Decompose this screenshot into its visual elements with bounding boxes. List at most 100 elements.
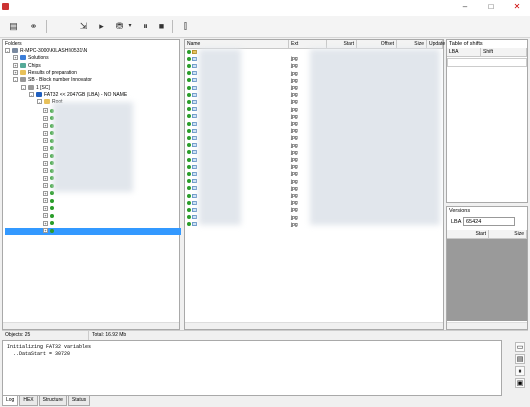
versions-col-start[interactable]: Start	[447, 230, 489, 239]
col-size[interactable]: Size	[397, 40, 427, 49]
shifts-col-shift[interactable]: Shift	[481, 48, 527, 57]
expand-icon[interactable]: +	[13, 55, 18, 61]
tab-log[interactable]: Log	[2, 396, 19, 406]
expand-icon[interactable]: +	[43, 168, 48, 174]
exit-icon[interactable]: ⇲	[76, 19, 91, 34]
chevron-down-icon[interactable]: ▾	[126, 19, 134, 34]
file-row[interactable]: jpg	[187, 171, 298, 178]
tree-item[interactable]: - R-MPC-3000\KILASHI\0531\N	[5, 48, 87, 55]
col-update[interactable]: Update	[427, 40, 445, 49]
expand-icon[interactable]: +	[43, 115, 48, 121]
shifts-col-lba[interactable]: LBA	[447, 48, 481, 57]
file-row[interactable]	[187, 49, 197, 56]
tree-child-item[interactable]: +	[5, 115, 55, 123]
tree-child-item[interactable]: +	[5, 213, 55, 220]
tree-child-item[interactable]: +	[5, 153, 55, 160]
expand-icon[interactable]: +	[43, 108, 48, 114]
horizontal-scrollbar[interactable]	[185, 322, 443, 329]
expand-icon[interactable]: +	[13, 70, 18, 76]
tree-item[interactable]: + Results of preparation	[5, 70, 77, 77]
tree-child-item[interactable]: +	[5, 175, 55, 183]
expand-icon[interactable]: +	[43, 175, 48, 181]
minimize-icon[interactable]: –	[454, 1, 476, 13]
tree-item[interactable]: + Chips	[5, 63, 41, 70]
save-icon[interactable]: ▤	[6, 19, 21, 34]
file-row[interactable]: jpg	[187, 128, 298, 135]
tree-child-item[interactable]: +	[5, 130, 55, 138]
file-row[interactable]: jpg	[187, 56, 298, 63]
file-row[interactable]: jpg	[187, 164, 298, 171]
expand-icon[interactable]: +	[43, 220, 48, 226]
tree-child-item[interactable]: +	[5, 123, 55, 130]
tree-child-item[interactable]: +	[5, 190, 55, 198]
tree-item[interactable]: - SB - Block number Innovator	[5, 77, 92, 84]
pause-icon[interactable]: ⏸	[138, 19, 153, 34]
file-row[interactable]: jpg	[187, 99, 298, 106]
file-row[interactable]: jpg	[187, 186, 298, 193]
collapse-icon[interactable]: -	[21, 84, 26, 90]
expand-icon[interactable]: +	[43, 198, 48, 204]
tune-icon[interactable]: ⫿	[178, 19, 193, 34]
tree-child-item[interactable]: +	[5, 160, 55, 168]
tab-status[interactable]: Status	[67, 396, 91, 406]
stop-icon[interactable]: ■	[154, 19, 169, 34]
tree-item[interactable]: - 1 [SC]	[5, 85, 50, 92]
tree-child-item[interactable]: +	[5, 198, 55, 205]
lba-input[interactable]: 65424	[463, 217, 515, 226]
tab-structure[interactable]: Structure	[38, 396, 67, 406]
col-start[interactable]: Start	[327, 40, 357, 49]
expand-icon[interactable]: +	[43, 190, 48, 196]
tree-child-item[interactable]: +	[5, 205, 55, 213]
collapse-icon[interactable]: -	[37, 99, 42, 105]
file-row[interactable]: jpg	[187, 114, 298, 121]
file-row[interactable]: jpg	[187, 157, 298, 164]
collapse-icon[interactable]: -	[13, 77, 18, 83]
file-row[interactable]: jpg	[187, 135, 298, 142]
file-row[interactable]: jpg	[187, 63, 298, 70]
expand-icon[interactable]: +	[43, 130, 48, 136]
file-row[interactable]: jpg	[187, 92, 298, 99]
maximize-icon[interactable]: □	[480, 1, 502, 13]
tree-child-item[interactable]: +	[5, 108, 55, 115]
expand-icon[interactable]: +	[43, 213, 48, 219]
tree-child-item[interactable]: +	[5, 228, 181, 235]
pause-icon[interactable]: ⏸	[515, 366, 525, 376]
collapse-icon[interactable]: -	[5, 48, 10, 54]
expand-icon[interactable]: +	[43, 228, 48, 234]
file-row[interactable]: jpg	[187, 207, 298, 214]
file-row[interactable]: jpg	[187, 85, 298, 92]
drive-icon[interactable]: ⛃	[112, 19, 127, 34]
tab-hex[interactable]: HEX	[19, 396, 38, 406]
tree-child-item[interactable]: +	[5, 138, 55, 145]
file-row[interactable]: jpg	[187, 222, 298, 229]
horizontal-scrollbar[interactable]	[447, 322, 527, 329]
expand-icon[interactable]: +	[43, 145, 48, 151]
col-name[interactable]: Name	[185, 40, 289, 49]
file-row[interactable]: jpg	[187, 121, 298, 128]
play-icon[interactable]: ▸	[94, 19, 109, 34]
collapse-icon[interactable]: -	[29, 91, 34, 97]
tree-child-item[interactable]: +	[5, 183, 55, 190]
file-row[interactable]: jpg	[187, 78, 298, 85]
versions-col-size[interactable]: Size	[489, 230, 527, 239]
tree-item[interactable]: - FAT32 << 2047GB (LBA) - NO NAME	[5, 92, 127, 99]
file-row[interactable]: jpg	[187, 200, 298, 207]
save-as-icon[interactable]: ▣	[515, 378, 525, 388]
tree-child-item[interactable]: +	[5, 168, 55, 175]
file-row[interactable]: jpg	[187, 71, 298, 78]
file-row[interactable]: jpg	[187, 215, 298, 222]
expand-icon[interactable]: +	[43, 205, 48, 211]
file-row[interactable]: jpg	[187, 150, 298, 157]
file-row[interactable]: jpg	[187, 107, 298, 114]
tree-child-item[interactable]: +	[5, 145, 55, 153]
versions-grid[interactable]	[447, 239, 527, 321]
save-icon[interactable]: ▤	[515, 354, 525, 364]
close-icon[interactable]: ✕	[506, 1, 528, 13]
file-row[interactable]: jpg	[187, 193, 298, 200]
col-offset[interactable]: Offset	[357, 40, 397, 49]
expand-icon[interactable]: +	[43, 123, 48, 129]
tree-child-item[interactable]: +	[5, 220, 55, 228]
expand-icon[interactable]: +	[13, 62, 18, 68]
col-ext[interactable]: Ext	[289, 40, 327, 49]
tree-item[interactable]: + Solutions	[5, 55, 49, 62]
